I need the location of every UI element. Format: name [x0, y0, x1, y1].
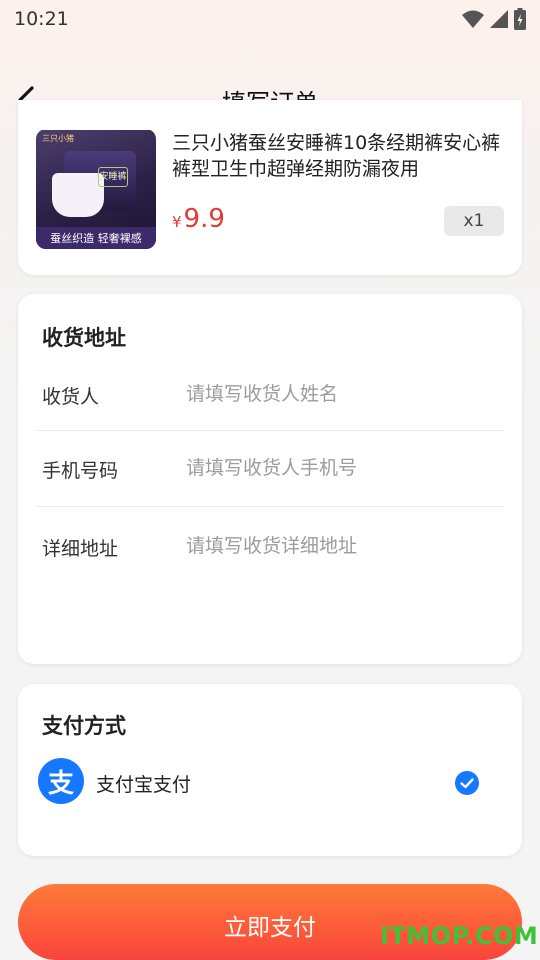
address-section-title: 收货地址	[42, 326, 126, 350]
product-card: 三只小猪 安睡裤 蚕丝织造 轻奢裸感 三只小猪蚕丝安睡裤10条经期裤安心裤裤型卫…	[18, 100, 522, 275]
product-brand-text: 三只小猪	[42, 134, 74, 143]
watermark-text: ITMOP.COM	[380, 922, 539, 950]
divider	[36, 506, 504, 507]
product-image[interactable]: 三只小猪 安睡裤 蚕丝织造 轻奢裸感	[36, 130, 156, 249]
phone-row: 手机号码	[36, 452, 504, 532]
status-icons	[462, 8, 526, 30]
quantity-badge: x1	[444, 206, 504, 236]
product-image-banner: 蚕丝织造 轻奢裸感	[36, 227, 156, 249]
signal-icon	[490, 10, 508, 28]
recipient-name-input[interactable]	[186, 378, 486, 410]
divider	[36, 430, 504, 431]
battery-icon	[514, 8, 526, 30]
phone-label: 手机号码	[42, 460, 119, 482]
alipay-icon: 支	[38, 758, 84, 804]
check-icon[interactable]	[455, 771, 479, 795]
phone-input[interactable]	[186, 452, 486, 484]
checkmark-icon	[460, 778, 474, 789]
wifi-icon	[462, 10, 484, 28]
product-price: ¥9.9	[172, 204, 225, 234]
price-value: 9.9	[183, 204, 225, 234]
product-title[interactable]: 三只小猪蚕丝安睡裤10条经期裤安心裤裤型卫生巾超弹经期防漏夜用	[172, 130, 512, 182]
status-bar: 10:21	[0, 0, 540, 38]
alipay-label[interactable]: 支付宝支付	[96, 770, 191, 797]
detail-address-label: 详细地址	[42, 538, 119, 560]
recipient-label: 收货人	[42, 386, 100, 408]
currency-symbol: ¥	[172, 213, 182, 231]
detail-address-row: 详细地址	[36, 530, 504, 610]
product-package-label: 安睡裤	[98, 167, 128, 187]
detail-address-input[interactable]	[186, 530, 486, 562]
address-card: 收货地址 收货人 手机号码 详细地址	[18, 294, 522, 664]
recipient-row: 收货人	[36, 378, 504, 458]
payment-card: 支付方式 支 支付宝支付	[18, 684, 522, 856]
payment-section-title: 支付方式	[42, 714, 126, 738]
status-time: 10:21	[14, 8, 69, 30]
